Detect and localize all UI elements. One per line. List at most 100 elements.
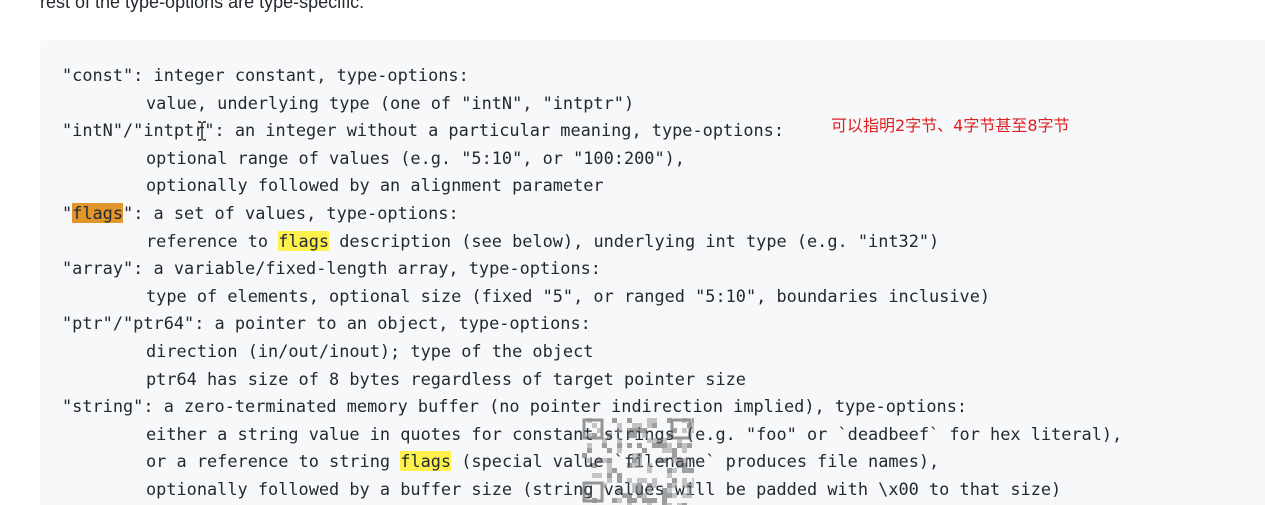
qr-module (652, 483, 657, 488)
qr-module (657, 438, 662, 443)
qr-module (632, 428, 637, 433)
qr-module (682, 458, 687, 463)
search-highlight: flags (278, 230, 330, 251)
qr-module (692, 483, 694, 488)
code-text: "array": a variable/fixed-length array, … (62, 258, 601, 279)
qr-module (587, 458, 592, 463)
qr-module (627, 418, 632, 423)
qr-module (627, 478, 632, 483)
code-line: optionally followed by an alignment para… (146, 172, 604, 200)
qr-module (652, 423, 657, 428)
qr-module (672, 483, 677, 488)
qr-module (667, 448, 672, 453)
qr-module (607, 448, 612, 453)
code-line: ptr64 has size of 8 bytes regardless of … (146, 366, 746, 394)
qr-module (647, 483, 652, 488)
qr-module (682, 428, 687, 433)
qr-module (617, 448, 622, 453)
qr-module (617, 488, 622, 493)
qr-module (632, 463, 637, 468)
code-line: value, underlying type (one of "intN", "… (146, 90, 634, 118)
qr-module (632, 458, 637, 463)
qr-module (632, 453, 637, 458)
qr-module (582, 453, 587, 458)
qr-module (632, 433, 637, 438)
qr-module (587, 493, 592, 498)
qr-module (637, 478, 642, 483)
qr-module (587, 448, 592, 453)
qr-module (637, 483, 642, 488)
qr-module (627, 463, 632, 468)
qr-module (672, 458, 677, 463)
code-line: "const": integer constant, type-options: (62, 62, 469, 90)
qr-module (647, 498, 652, 503)
code-line: reference to flags description (see belo… (146, 228, 939, 256)
qr-module (587, 443, 592, 448)
qr-module (677, 443, 682, 448)
qr-module (637, 488, 642, 493)
intro-text: rest of the type-options are type-specif… (40, 0, 365, 12)
qr-module (607, 473, 612, 478)
qr-module (607, 463, 612, 468)
qr-module (652, 438, 657, 443)
code-text: direction (in/out/inout); type of the ob… (146, 341, 594, 361)
qr-module (662, 458, 667, 463)
qr-module (632, 423, 637, 428)
qr-module (652, 478, 657, 483)
qr-code-watermark (582, 418, 694, 505)
qr-module (687, 443, 692, 448)
qr-module (627, 443, 632, 448)
qr-module (592, 473, 597, 478)
qr-module (682, 478, 687, 483)
code-line: or a reference to string flags (special … (146, 448, 939, 476)
qr-module (672, 468, 677, 473)
code-line: "ptr"/"ptr64": a pointer to an object, t… (62, 310, 591, 338)
qr-module (597, 458, 602, 463)
code-line: "intN"/"intptr": an integer without a pa… (62, 117, 784, 145)
qr-module (662, 448, 667, 453)
qr-module (662, 438, 667, 443)
qr-module (617, 478, 622, 483)
qr-module (667, 488, 672, 493)
qr-module (617, 438, 622, 443)
qr-module (682, 468, 687, 473)
qr-module (592, 423, 597, 428)
qr-module (642, 448, 647, 453)
qr-module (682, 448, 687, 453)
qr-module (602, 443, 607, 448)
qr-module (632, 498, 637, 503)
qr-module (692, 468, 694, 473)
qr-module (607, 478, 612, 483)
qr-module (617, 498, 622, 503)
code-text: (special value `filename` produces file … (451, 451, 940, 472)
red-annotation: 可以指明2字节、4字节甚至8字节 (831, 116, 1070, 135)
qr-module (637, 458, 642, 463)
code-text: ptr64 has size of 8 bytes regardless of … (146, 368, 746, 389)
qr-module (647, 488, 652, 493)
qr-module (687, 468, 692, 473)
qr-module (647, 418, 652, 423)
qr-module (647, 438, 652, 443)
qr-module (682, 463, 687, 468)
qr-module (667, 483, 672, 488)
qr-module (607, 458, 612, 463)
qr-module (692, 423, 694, 428)
code-line: "string": a zero-terminated memory buffe… (62, 393, 967, 421)
qr-module (612, 468, 617, 473)
qr-module (602, 458, 607, 463)
qr-module (667, 468, 672, 473)
qr-module (607, 468, 612, 473)
qr-module (657, 443, 662, 448)
code-text: "ptr"/"ptr64": a pointer to an object, t… (62, 313, 591, 334)
qr-module (647, 423, 652, 428)
qr-module (692, 418, 694, 423)
qr-module (637, 428, 642, 433)
qr-module (682, 493, 687, 498)
qr-module (617, 428, 622, 433)
qr-module (682, 483, 687, 488)
qr-module (662, 443, 667, 448)
qr-module (632, 488, 637, 493)
code-text: "string": a zero-terminated memory buffe… (62, 396, 968, 417)
qr-module (607, 433, 612, 438)
qr-module (652, 443, 657, 448)
